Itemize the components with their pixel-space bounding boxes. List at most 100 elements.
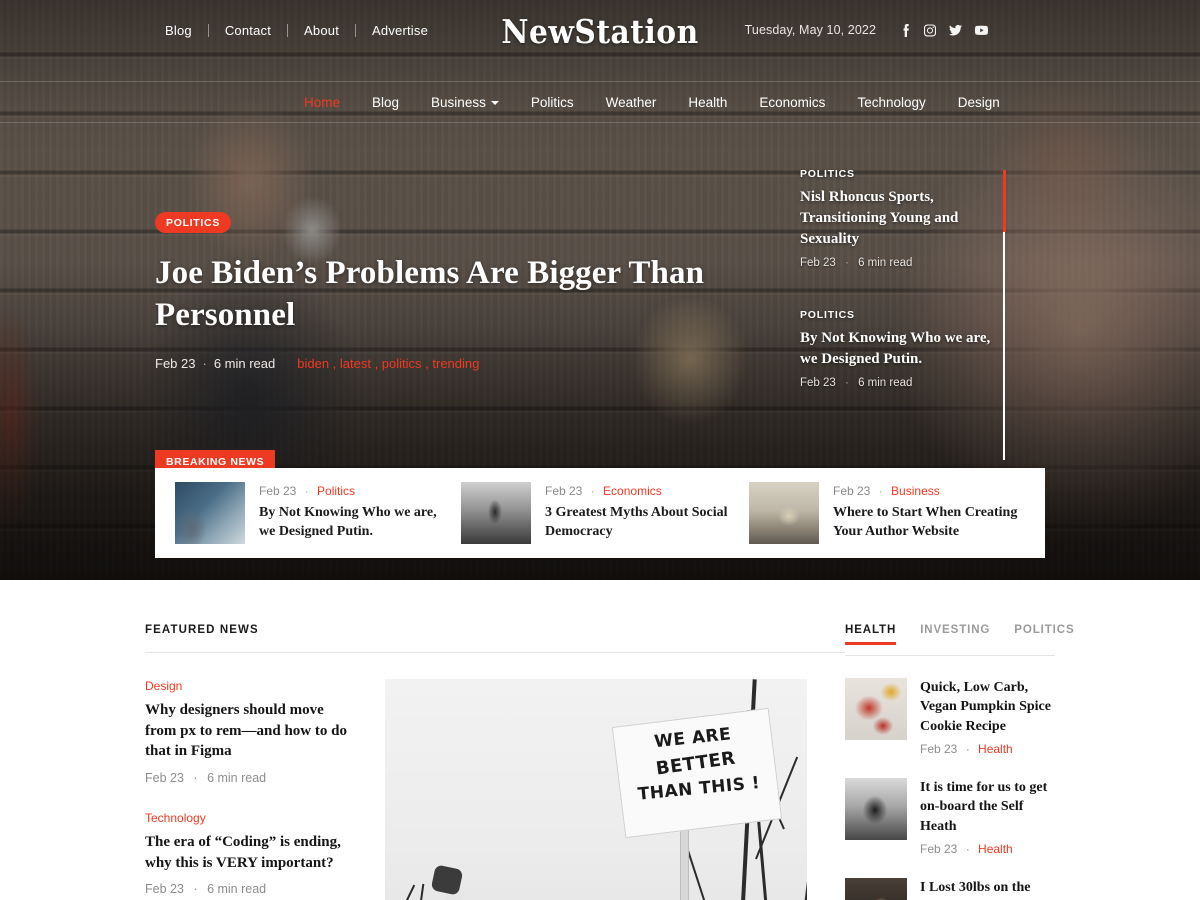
featured-article-read-time: 6 min read (207, 882, 267, 897)
breaking-news-meta: Feb 23 · Economics (545, 484, 729, 498)
sidebar-article-category[interactable]: Health (978, 742, 1013, 756)
breaking-news-item[interactable]: Feb 23 · Economics 3 Greatest Myths Abou… (441, 482, 729, 544)
tab-investing[interactable]: INVESTING (920, 624, 990, 645)
meta-separator: · (965, 741, 970, 756)
nav-item-business-label: Business (431, 94, 486, 110)
site-logo-text: NewStation (501, 12, 699, 51)
meta-separator: · (193, 882, 198, 897)
sidebar-thumbnail (845, 678, 907, 740)
hero-tags[interactable]: biden , latest , politics , trending (297, 356, 479, 371)
nav-item-health[interactable]: Health (672, 95, 743, 110)
current-date: Tuesday, May 10, 2022 (744, 23, 876, 37)
scroll-thumb[interactable] (1003, 170, 1006, 232)
social-links (900, 23, 988, 37)
sidebar-article-category[interactable]: Health (978, 842, 1013, 856)
featured-article-title: Why designers should move from px to rem… (145, 702, 347, 760)
featured-article-list: Design Why designers should move from px… (145, 679, 357, 900)
sidebar-article-title: It is time for us to get on-board the Se… (920, 779, 1048, 834)
protest-sign: WE ARE BETTER THAN THIS ! (611, 707, 783, 839)
chevron-down-icon (490, 101, 499, 105)
main-navigation: Home Blog Business Politics Weather Heal… (0, 81, 1200, 123)
nav-item-economics[interactable]: Economics (743, 95, 841, 110)
hero-headline: Joe Biden’s Problems Are Bigger Than Per… (155, 255, 705, 334)
sidebar-article-date: Feb 23 (920, 841, 958, 856)
hero-side-item[interactable]: POLITICS Nisl Rhoncus Sports, Transition… (800, 168, 1000, 269)
featured-article-category[interactable]: Design (145, 679, 357, 693)
sidebar-article-title: I Lost 30lbs on the Keto Diet, this is H… (920, 879, 1050, 900)
featured-article-meta: Feb 23 · 6 min read (145, 771, 357, 785)
nav-item-weather[interactable]: Weather (590, 95, 673, 110)
nav-item-business[interactable]: Business (415, 95, 515, 110)
breaking-news-date: Feb 23 (833, 484, 871, 499)
sidebar-article-title: Quick, Low Carb, Vegan Pumpkin Spice Coo… (920, 680, 1051, 734)
breaking-news-meta: Feb 23 · Politics (259, 484, 441, 498)
nav-item-blog[interactable]: Blog (356, 95, 415, 110)
hero-scroll-indicator[interactable] (1003, 170, 1006, 460)
meta-separator: · (965, 841, 970, 856)
meta-separator: · (304, 484, 309, 499)
facebook-icon[interactable] (900, 23, 911, 37)
featured-article-item[interactable]: Design Why designers should move from px… (145, 679, 357, 785)
sidebar-article-item[interactable]: Quick, Low Carb, Vegan Pumpkin Spice Coo… (845, 678, 1055, 756)
breaking-news-category[interactable]: Business (891, 484, 940, 498)
hero-category-badge[interactable]: POLITICS (155, 212, 232, 233)
nav-list: Home Blog Business Politics Weather Heal… (288, 95, 1016, 110)
hero-side-item[interactable]: POLITICS By Not Knowing Who we are, we D… (800, 309, 1000, 389)
site-logo[interactable]: NewStation (0, 12, 1200, 52)
side-item-read-time: 6 min read (858, 257, 913, 269)
hero-section: Blog Contact About Advertise NewStation … (0, 0, 1200, 580)
meta-separator: · (845, 377, 849, 389)
featured-article-meta: Feb 23 · 6 min read (145, 882, 357, 896)
breaking-news-item[interactable]: Feb 23 · Politics By Not Knowing Who we … (155, 482, 441, 544)
twitter-icon[interactable] (949, 24, 962, 37)
featured-article-read-time: 6 min read (207, 771, 267, 786)
nav-item-design[interactable]: Design (942, 95, 1016, 110)
breaking-news-item[interactable]: Feb 23 · Business Where to Start When Cr… (729, 482, 1029, 544)
breaking-news-meta: Feb 23 · Business (833, 484, 1029, 498)
top-bar: Blog Contact About Advertise NewStation … (0, 0, 1200, 60)
sidebar-article-meta: Feb 23 · Health (920, 842, 1055, 856)
hero-feature-article[interactable]: POLITICS Joe Biden’s Problems Are Bigger… (155, 212, 715, 371)
section-divider (145, 652, 845, 653)
content-section: FEATURED NEWS Design Why designers shoul… (0, 580, 1200, 900)
sidebar-article-item[interactable]: It is time for us to get on-board the Se… (845, 777, 1055, 856)
featured-news-column: FEATURED NEWS Design Why designers shoul… (145, 624, 845, 900)
featured-article-item[interactable]: Technology The era of “Coding” is ending… (145, 811, 357, 896)
featured-article-category[interactable]: Technology (145, 811, 357, 825)
breaking-news-category[interactable]: Economics (603, 484, 662, 498)
instagram-icon[interactable] (924, 24, 936, 37)
tab-politics[interactable]: POLITICS (1014, 624, 1074, 645)
youtube-icon[interactable] (975, 24, 988, 37)
breaking-news-thumbnail (749, 482, 819, 544)
nav-item-technology[interactable]: Technology (841, 95, 941, 110)
tab-health[interactable]: HEALTH (845, 624, 897, 645)
nav-item-politics[interactable]: Politics (515, 95, 590, 110)
breaking-news-category[interactable]: Politics (317, 484, 355, 498)
breaking-news-date: Feb 23 (259, 484, 297, 499)
featured-news-heading: FEATURED NEWS (145, 624, 259, 636)
nav-item-home[interactable]: Home (288, 95, 356, 110)
meta-separator: · (202, 356, 207, 372)
side-item-date: Feb 23 (800, 257, 836, 269)
side-item-read-time: 6 min read (858, 377, 913, 389)
meta-separator: · (845, 257, 849, 269)
sign-post (680, 827, 689, 900)
breaking-news-thumbnail (461, 482, 531, 544)
hero-date: Feb 23 (155, 356, 196, 372)
hero-meta: Feb 23 · 6 min read biden , latest , pol… (155, 356, 715, 371)
hero-side-list: POLITICS Nisl Rhoncus Sports, Transition… (800, 168, 1000, 415)
breaking-news-date: Feb 23 (545, 484, 583, 499)
featured-article-title: The era of “Coding” is ending, why this … (145, 834, 341, 871)
breaking-news-title: 3 Greatest Myths About Social Democracy (545, 505, 728, 539)
protest-sign-photo[interactable]: WE ARE BETTER THAN THIS ! (385, 679, 807, 900)
meta-separator: · (878, 484, 883, 499)
side-item-meta: Feb 23 · 6 min read (800, 257, 1000, 269)
meta-separator: · (590, 484, 595, 499)
sidebar-article-item[interactable]: I Lost 30lbs on the Keto Diet, this is H… (845, 877, 1055, 900)
breaking-news-thumbnail (175, 482, 245, 544)
featured-article-date: Feb 23 (145, 771, 184, 786)
side-item-title: By Not Knowing Who we are, we Designed P… (800, 330, 991, 367)
mitten-shape (430, 864, 464, 896)
scroll-track[interactable] (1003, 232, 1005, 460)
breaking-news-title: By Not Knowing Who we are, we Designed P… (259, 505, 437, 539)
